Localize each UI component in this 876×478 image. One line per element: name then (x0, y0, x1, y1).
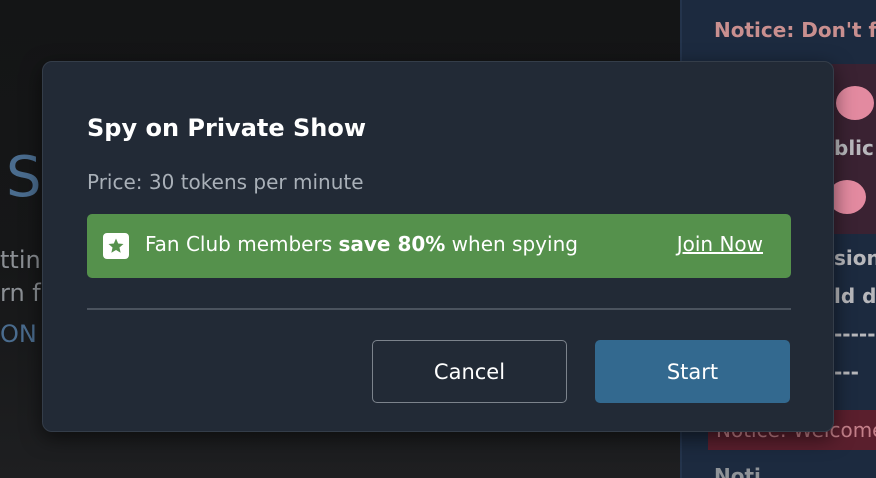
background-text-line: ttin (0, 246, 41, 274)
background-heading-fragment: S (6, 145, 42, 210)
background-text-line: rn f (0, 279, 41, 307)
start-button[interactable]: Start (595, 340, 790, 403)
promo-text-start: Fan Club members (145, 232, 339, 256)
spy-show-dialog: Spy on Private Show Price: 30 tokens per… (42, 61, 834, 432)
chat-text-fragment: blic (834, 136, 874, 160)
background-link-fragment: ON (0, 320, 37, 348)
dialog-title: Spy on Private Show (87, 114, 367, 142)
chat-notice: Notice: Don't fo (714, 18, 876, 42)
join-now-link[interactable]: Join Now (677, 232, 763, 256)
dialog-divider (87, 308, 791, 310)
chat-text-fragment: Noti (714, 464, 761, 478)
chat-text-fragment: sion (834, 246, 876, 270)
promo-discount: save 80% (338, 232, 446, 256)
price-text: Price: 30 tokens per minute (87, 170, 364, 194)
heart-emoji-icon (836, 86, 874, 120)
cancel-button[interactable]: Cancel (372, 340, 567, 403)
chat-text-fragment: --- (834, 360, 859, 384)
fan-club-promo-banner: Fan Club members save 80% when spying Jo… (87, 214, 791, 278)
star-icon (103, 233, 129, 259)
promo-text: Fan Club members save 80% when spying (145, 232, 578, 256)
chat-text-fragment: ------- (834, 322, 876, 346)
promo-text-end: when spying (445, 232, 578, 256)
chat-text-fragment: ld da (834, 284, 876, 308)
